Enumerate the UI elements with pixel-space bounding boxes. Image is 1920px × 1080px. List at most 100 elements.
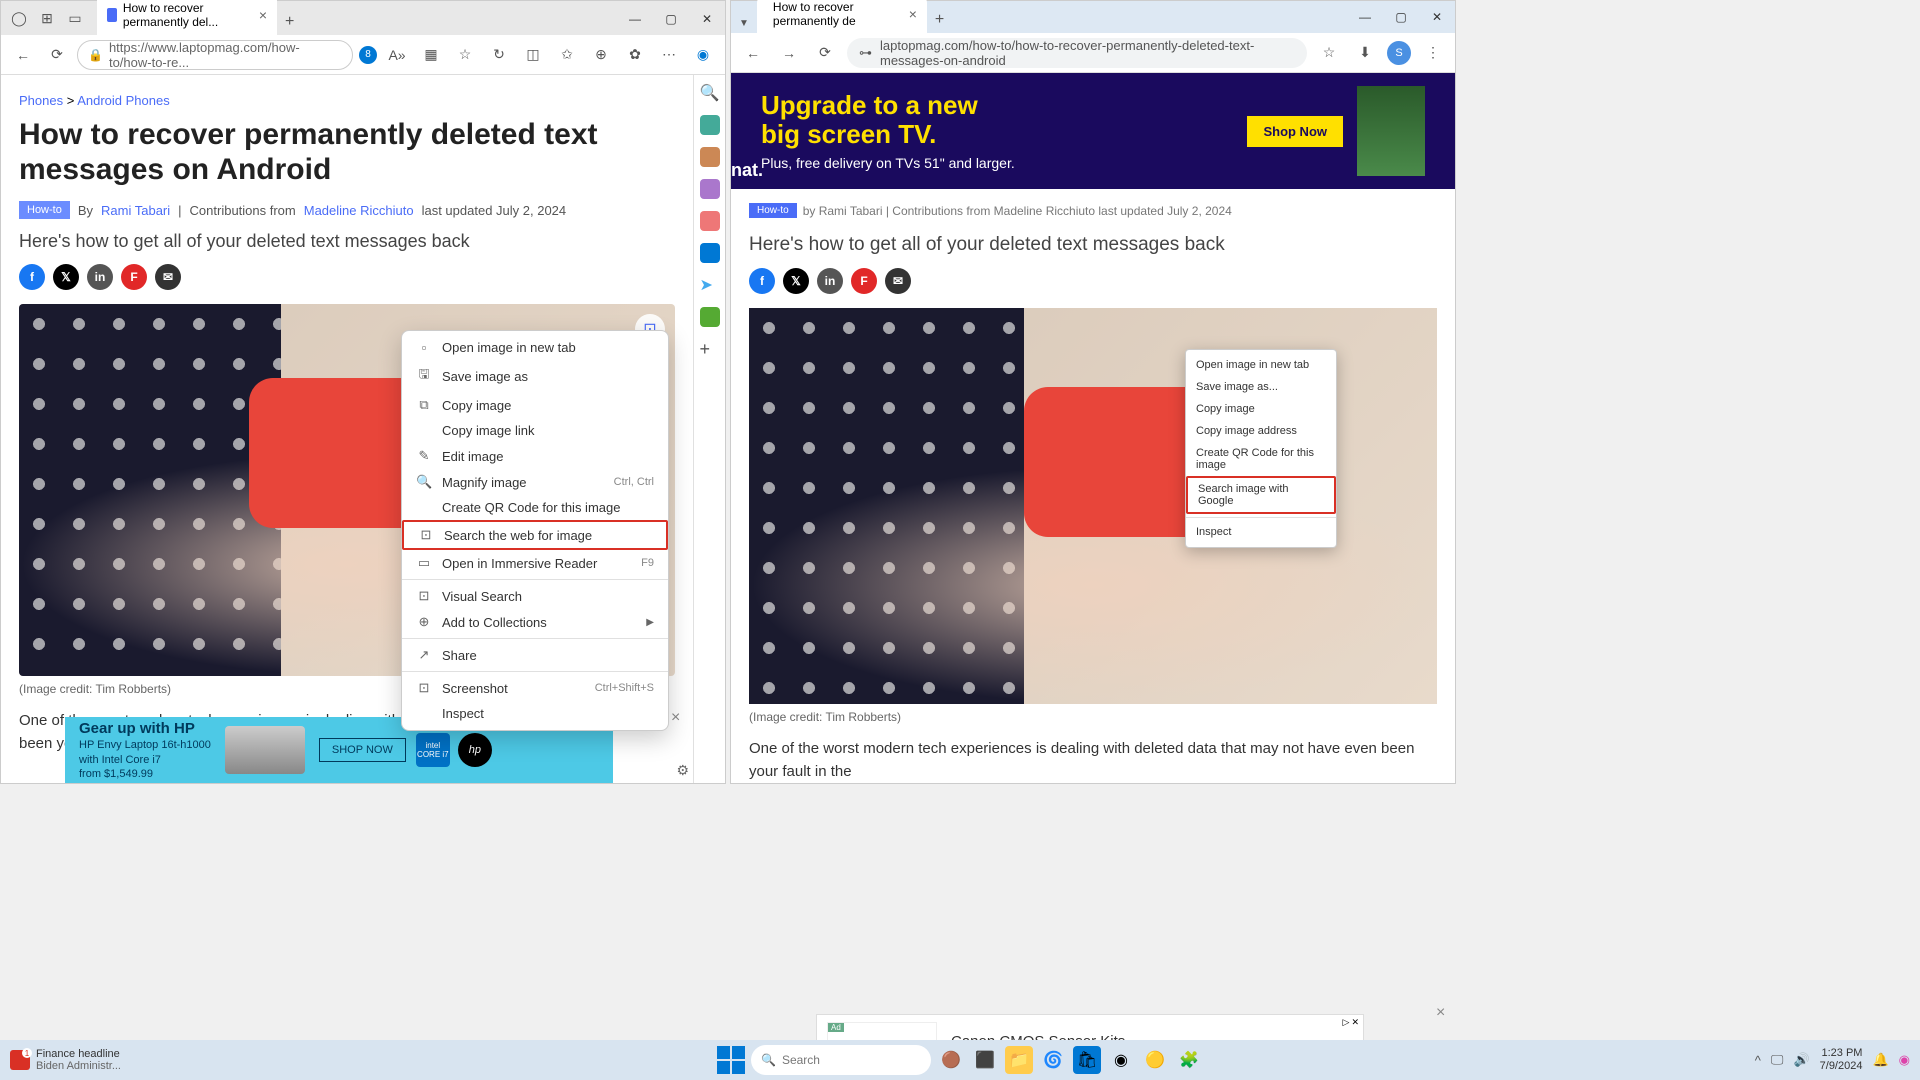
ctx-copy-link[interactable]: Copy image link — [402, 418, 668, 443]
ctx-copy-image[interactable]: ⧉Copy image — [402, 392, 668, 418]
minimize-button[interactable]: — — [617, 3, 653, 35]
linkedin-icon[interactable]: in — [817, 268, 843, 294]
clock[interactable]: 1:23 PM 7/9/2024 — [1820, 1047, 1863, 1073]
address-bar[interactable]: ⊶ laptopmag.com/how-to/how-to-recover-pe… — [847, 38, 1307, 68]
maximize-button[interactable]: ▢ — [1383, 1, 1419, 33]
volume-icon[interactable]: 🔊 — [1793, 1052, 1809, 1068]
copilot-icon[interactable]: ◉ — [689, 41, 717, 69]
email-icon[interactable]: ✉ — [155, 264, 181, 290]
x-icon[interactable]: 𝕏 — [783, 268, 809, 294]
start-button[interactable] — [717, 1046, 745, 1074]
sync-icon[interactable]: ↻ — [485, 41, 513, 69]
new-tab-button[interactable]: + — [277, 9, 302, 35]
linkedin-icon[interactable]: in — [87, 264, 113, 290]
copilot-tray-icon[interactable]: ◉ — [1899, 1052, 1910, 1068]
search-icon[interactable]: 🔍 — [700, 83, 720, 103]
ctx-open-new-tab[interactable]: ▫Open image in new tab — [402, 335, 668, 360]
back-button[interactable]: ← — [739, 39, 767, 67]
back-button[interactable]: ← — [9, 41, 37, 69]
site-info-icon[interactable]: ⊶ — [859, 45, 872, 61]
facebook-icon[interactable]: f — [749, 268, 775, 294]
close-ad-icon[interactable]: × — [1436, 1004, 1445, 1022]
workspaces-icon[interactable]: ⊞ — [37, 8, 57, 28]
taskbar-app-4[interactable]: 🧩 — [1175, 1046, 1203, 1074]
download-icon[interactable]: ⬇ — [1351, 39, 1379, 67]
sidebar-app-5-icon[interactable] — [700, 307, 720, 327]
taskbar-app-3[interactable]: 🟡 — [1141, 1046, 1169, 1074]
ctx-copy-address[interactable]: Copy image address — [1186, 420, 1336, 442]
taskbar-search[interactable]: 🔍 Search — [751, 1045, 931, 1075]
close-tab-icon[interactable]: × — [259, 7, 267, 23]
ctx-save-image[interactable]: 🖫Save image as — [402, 360, 668, 392]
refresh-button[interactable]: ⟳ — [43, 41, 71, 69]
tab-search-icon[interactable]: ▼ — [731, 14, 757, 33]
bookmark-icon[interactable]: ☆ — [1315, 39, 1343, 67]
ctx-immersive[interactable]: ▭Open in Immersive ReaderF9 — [402, 550, 668, 576]
ctx-search-google[interactable]: Search image with Google — [1186, 476, 1336, 514]
shop-now-button[interactable]: Shop Now — [1247, 116, 1343, 147]
notifications-icon[interactable]: 🔔 — [1872, 1052, 1888, 1068]
sidebar-app-3-icon[interactable] — [700, 179, 720, 199]
new-tab-button[interactable]: + — [927, 7, 952, 33]
taskbar-app-1[interactable]: 🟤 — [937, 1046, 965, 1074]
maximize-button[interactable]: ▢ — [653, 3, 689, 35]
ctx-visual-search[interactable]: ⊡Visual Search — [402, 583, 668, 609]
favorites-bar-icon[interactable]: ✩ — [553, 41, 581, 69]
profile-icon[interactable]: ◯ — [9, 8, 29, 28]
refresh-button[interactable]: ⟳ — [811, 39, 839, 67]
x-icon[interactable]: 𝕏 — [53, 264, 79, 290]
breadcrumb-phones[interactable]: Phones — [19, 93, 63, 108]
ctx-inspect[interactable]: Inspect — [402, 701, 668, 726]
flipboard-icon[interactable]: F — [121, 264, 147, 290]
minimize-button[interactable]: — — [1347, 1, 1383, 33]
ctx-search-web[interactable]: ⊡Search the web for image — [402, 520, 668, 550]
tab-actions-icon[interactable]: ▭ — [65, 8, 85, 28]
sidebar-app-1-icon[interactable] — [700, 115, 720, 135]
breadcrumb-android[interactable]: Android Phones — [77, 93, 170, 108]
edge-app-icon[interactable]: 🌀 — [1039, 1046, 1067, 1074]
ctx-edit-image[interactable]: ✎Edit image — [402, 443, 668, 469]
sidebar-app-4-icon[interactable] — [700, 211, 720, 231]
ctx-open-new-tab[interactable]: Open image in new tab — [1186, 354, 1336, 376]
news-widget[interactable]: Finance headline Biden Administr... — [10, 1048, 121, 1072]
sidebar-app-2-icon[interactable] — [700, 147, 720, 167]
close-window-button[interactable]: ✕ — [1419, 1, 1455, 33]
ctx-inspect[interactable]: Inspect — [1186, 521, 1336, 543]
collections-icon[interactable]: ⊕ — [587, 41, 615, 69]
shopping-badge[interactable]: 8 — [359, 46, 377, 64]
ctx-share[interactable]: ↗Share — [402, 642, 668, 668]
outlook-icon[interactable] — [700, 243, 720, 263]
contributor-link[interactable]: Madeline Ricchiuto — [304, 203, 414, 218]
chrome-app-icon[interactable]: ◉ — [1107, 1046, 1135, 1074]
read-aloud-icon[interactable]: A» — [383, 41, 411, 69]
favorite-icon[interactable]: ☆ — [451, 41, 479, 69]
more-icon[interactable]: ⋮ — [1419, 39, 1447, 67]
tray-chevron-icon[interactable]: ^ — [1755, 1053, 1761, 1068]
settings-gear-icon[interactable]: ⚙ — [676, 762, 689, 779]
display-icon[interactable]: 🖵 — [1771, 1052, 1784, 1068]
browser-tab[interactable]: How to recover permanently de × — [757, 0, 927, 33]
enhance-icon[interactable]: ▦ — [417, 41, 445, 69]
ctx-collections[interactable]: ⊕Add to Collections▶ — [402, 609, 668, 635]
file-explorer-icon[interactable]: 📁 — [1005, 1046, 1033, 1074]
author-link[interactable]: Rami Tabari — [101, 203, 170, 218]
ctx-qr-code[interactable]: Create QR Code for this image — [1186, 442, 1336, 476]
send-icon[interactable]: ➤ — [700, 275, 720, 295]
ctx-qr-code[interactable]: Create QR Code for this image — [402, 495, 668, 520]
flipboard-icon[interactable]: F — [851, 268, 877, 294]
browser-tab[interactable]: How to recover permanently del... × — [97, 0, 277, 35]
close-ad-icon[interactable]: × — [671, 709, 680, 727]
ctx-copy-image[interactable]: Copy image — [1186, 398, 1336, 420]
email-icon[interactable]: ✉ — [885, 268, 911, 294]
profile-avatar[interactable]: S — [1387, 41, 1411, 65]
adchoices-icon[interactable]: ▷✕ — [1341, 1017, 1361, 1028]
close-tab-icon[interactable]: × — [909, 6, 917, 22]
ctx-screenshot[interactable]: ⊡ScreenshotCtrl+Shift+S — [402, 675, 668, 701]
close-window-button[interactable]: ✕ — [689, 3, 725, 35]
taskbar-app-2[interactable]: ⬛ — [971, 1046, 999, 1074]
extensions-icon[interactable]: ✿ — [621, 41, 649, 69]
bestbuy-ad-banner[interactable]: nat. Upgrade to a newbig screen TV. Plus… — [731, 73, 1455, 189]
ctx-magnify[interactable]: 🔍Magnify imageCtrl, Ctrl — [402, 469, 668, 495]
shop-now-button[interactable]: SHOP NOW — [319, 738, 406, 762]
add-sidebar-icon[interactable]: + — [700, 339, 720, 359]
